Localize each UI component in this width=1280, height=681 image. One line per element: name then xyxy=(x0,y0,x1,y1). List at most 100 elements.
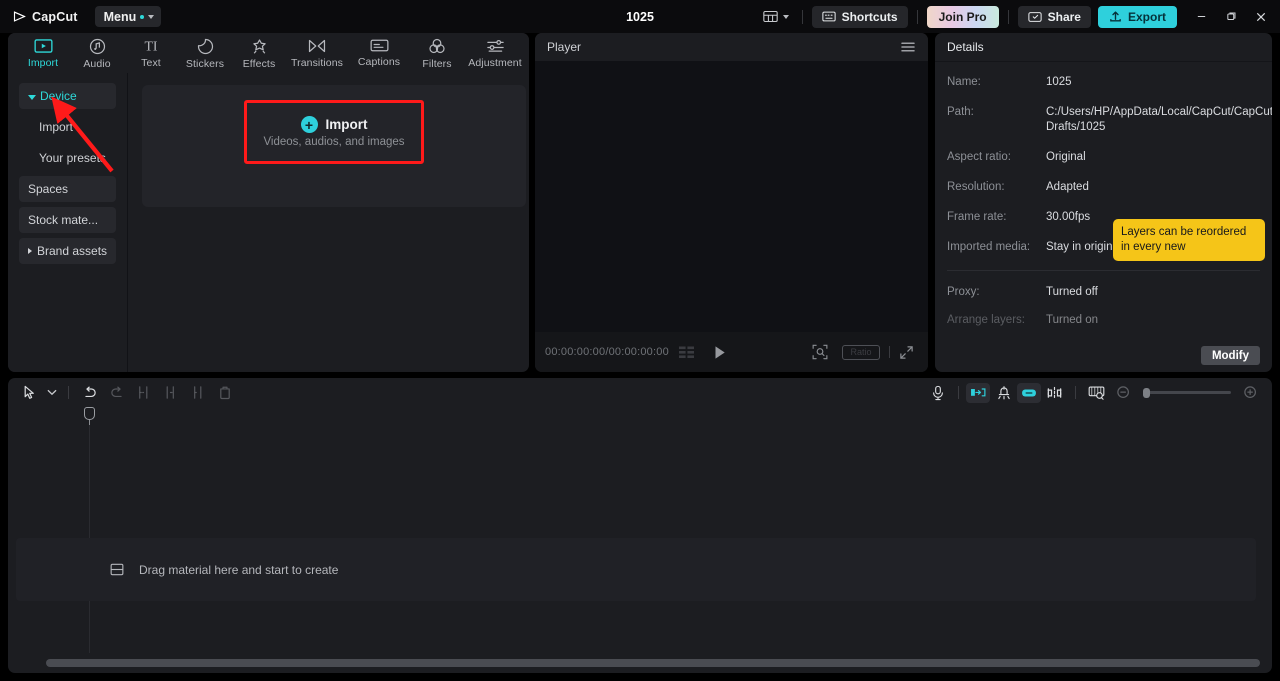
detail-label: Proxy: xyxy=(947,286,980,298)
timeline-zoom-slider[interactable] xyxy=(1143,387,1231,398)
layout-grid-icon xyxy=(762,10,778,23)
magnet-snap-icon[interactable] xyxy=(990,382,1017,404)
detail-value: Turned on xyxy=(1046,314,1098,326)
tab-stickers-label: Stickers xyxy=(185,58,225,70)
sticker-icon xyxy=(197,38,214,55)
fullscreen-icon[interactable] xyxy=(899,345,914,360)
player-header: Player xyxy=(535,33,928,61)
media-library-panel: Import Audio TI Text Stickers Effects Tr… xyxy=(8,33,529,372)
chevron-right-icon xyxy=(28,248,32,254)
split-icon[interactable] xyxy=(130,382,157,404)
divider xyxy=(1075,386,1076,399)
tab-transitions[interactable]: Transitions xyxy=(286,35,348,69)
tab-filters[interactable]: Filters xyxy=(410,35,464,70)
player-controls: 00:00:00:00 / 00:00:00:00 Ratio xyxy=(535,332,928,372)
sidebar-item-stock-materials[interactable]: Stock mate... xyxy=(19,207,116,233)
quality-bars-icon[interactable] xyxy=(678,346,695,359)
detail-value: Turned off xyxy=(1046,286,1098,298)
tab-adjustment[interactable]: Adjustment xyxy=(464,35,526,69)
tab-effects[interactable]: Effects xyxy=(232,35,286,70)
timeline-horizontal-scrollbar[interactable] xyxy=(46,659,1260,667)
delete-icon[interactable] xyxy=(211,382,238,404)
timeline-empty-track[interactable]: Drag material here and start to create xyxy=(16,538,1256,601)
redo-icon[interactable] xyxy=(103,382,130,404)
titlebar-actions: Shortcuts Join Pro Share Export xyxy=(759,3,1280,31)
detail-label: Name: xyxy=(947,76,981,88)
undo-icon[interactable] xyxy=(76,382,103,404)
window-maximize-button[interactable] xyxy=(1216,3,1246,31)
title-bar: CapCut Menu 1025 Shortcuts Join Pro Shar… xyxy=(0,0,1280,33)
trim-left-icon[interactable] xyxy=(157,382,184,404)
keyframe-icon[interactable] xyxy=(1041,382,1068,404)
zoom-out-icon[interactable] xyxy=(1110,382,1137,404)
import-drop-area[interactable]: + Import Videos, audios, and images xyxy=(142,85,526,207)
detail-row-aspect-ratio: Aspect ratio: Original xyxy=(947,150,1260,165)
sidebar-item-device[interactable]: Device xyxy=(19,83,116,109)
capcut-logo-icon xyxy=(12,9,27,24)
layout-button[interactable] xyxy=(759,7,793,26)
sidebar-item-brand-assets[interactable]: Brand assets xyxy=(19,238,116,264)
timeline-ruler[interactable] xyxy=(8,407,1272,425)
detail-label: Path: xyxy=(947,106,974,118)
zoom-in-icon[interactable] xyxy=(1237,382,1264,404)
preview-render-icon[interactable] xyxy=(1083,382,1110,404)
timeline-zoom-slider-handle[interactable] xyxy=(1143,387,1150,398)
sparkle-star-icon xyxy=(251,38,268,55)
tab-text[interactable]: TI Text xyxy=(124,35,178,69)
tab-stickers[interactable]: Stickers xyxy=(178,35,232,70)
window-close-button[interactable] xyxy=(1246,3,1276,31)
sidebar-item-spaces[interactable]: Spaces xyxy=(19,176,116,202)
divider xyxy=(947,270,1260,271)
tab-audio[interactable]: Audio xyxy=(70,35,124,70)
play-icon[interactable] xyxy=(713,345,727,360)
export-button[interactable]: Export xyxy=(1097,5,1177,28)
shortcuts-button[interactable]: Shortcuts xyxy=(811,5,908,28)
auto-cut-icon[interactable] xyxy=(966,382,990,403)
share-button[interactable]: Share xyxy=(1017,5,1091,28)
caption-box-icon xyxy=(370,38,389,53)
upload-icon xyxy=(1109,10,1122,23)
tooltip: Layers can be reordered in every new xyxy=(1113,219,1265,261)
media-content-area: + Import Videos, audios, and images xyxy=(128,73,529,372)
link-icon[interactable] xyxy=(1017,382,1041,403)
app-brand: CapCut xyxy=(12,9,78,24)
tab-import[interactable]: Import xyxy=(16,35,70,69)
sidebar-item-label: Stock mate... xyxy=(28,213,99,227)
divider xyxy=(1007,9,1009,24)
timeline-playhead-handle[interactable] xyxy=(84,407,95,420)
details-header: Details xyxy=(935,33,1272,62)
cursor-select-icon[interactable] xyxy=(16,382,43,404)
microphone-icon[interactable] xyxy=(924,382,951,404)
import-button[interactable]: + Import Videos, audios, and images xyxy=(244,100,424,164)
chevron-down-icon[interactable] xyxy=(43,382,61,404)
hamburger-menu-icon[interactable] xyxy=(900,41,916,53)
divider xyxy=(801,9,803,24)
menu-button[interactable]: Menu xyxy=(94,6,162,27)
join-pro-button[interactable]: Join Pro xyxy=(926,5,999,28)
magnifier-frame-icon[interactable] xyxy=(812,344,828,360)
detail-value: Adapted xyxy=(1046,181,1089,193)
trim-right-icon[interactable] xyxy=(184,382,211,404)
tab-captions[interactable]: Captions xyxy=(348,35,410,68)
filters-circles-icon xyxy=(428,38,446,55)
chevron-down-icon xyxy=(782,14,789,19)
modify-button-label: Modify xyxy=(1211,349,1249,362)
chevron-down-icon xyxy=(28,94,36,100)
divider xyxy=(889,346,890,358)
sidebar-item-import[interactable]: Import xyxy=(19,114,116,140)
tab-filters-label: Filters xyxy=(422,58,452,70)
sidebar-item-your-presets[interactable]: Your presets xyxy=(19,145,116,171)
detail-value: C:/Users/HP/AppData/Local/CapCut/CapCut … xyxy=(1046,106,1272,133)
tab-audio-label: Audio xyxy=(83,58,111,70)
modify-button[interactable]: Modify xyxy=(1200,346,1260,365)
player-preview-stage[interactable] xyxy=(535,61,928,332)
divider xyxy=(916,9,918,24)
window-minimize-button[interactable] xyxy=(1186,3,1216,31)
export-label: Export xyxy=(1127,9,1166,24)
aspect-ratio-button[interactable]: Ratio xyxy=(842,344,880,360)
tab-adjustment-label: Adjustment xyxy=(468,57,522,69)
timeline-panel: Drag material here and start to create xyxy=(8,378,1272,673)
details-body: Name: 1025 Path: C:/Users/HP/AppData/Loc… xyxy=(935,62,1272,372)
tab-text-label: Text xyxy=(141,57,161,69)
sidebar-item-label: Spaces xyxy=(28,182,69,196)
